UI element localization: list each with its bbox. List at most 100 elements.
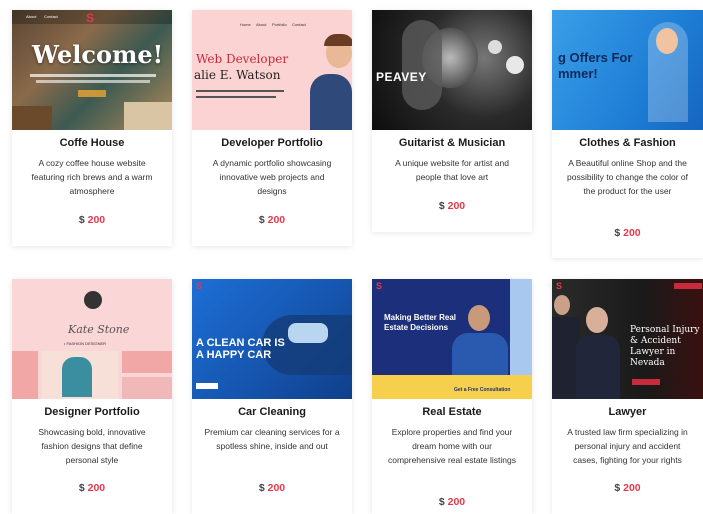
logo-icon: S bbox=[376, 281, 383, 291]
thumb-nav-item: About bbox=[26, 14, 37, 19]
thumb-decor bbox=[576, 335, 620, 399]
thumb-text-lines bbox=[36, 80, 150, 83]
price-value: 200 bbox=[267, 482, 286, 494]
logo-icon: S bbox=[86, 11, 95, 25]
thumb-heading: g Offers For bbox=[558, 50, 633, 65]
thumb-decor bbox=[122, 351, 172, 373]
designer-portfolio-preview-image[interactable]: Kate Stone • FASHION DESIGNER bbox=[12, 279, 172, 399]
thumb-decor bbox=[310, 74, 352, 130]
card-description: A cozy coffee house website featuring ri… bbox=[31, 158, 153, 196]
card-title: Clothes & Fashion bbox=[579, 137, 676, 149]
thumb-cta-button bbox=[632, 379, 660, 385]
thumb-nav-item: Contact bbox=[292, 22, 306, 27]
thumb-decor bbox=[12, 351, 38, 399]
clothes-fashion-preview-image[interactable]: g Offers For mmer! bbox=[552, 10, 703, 130]
developer-portfolio-preview-image[interactable]: Home About Portfolio Contact Web Develop… bbox=[192, 10, 352, 130]
person-portrait-icon bbox=[468, 305, 490, 331]
template-card-coffee-house[interactable]: About Contact S Welcome! Coffe House A c… bbox=[12, 10, 172, 246]
price-value: 200 bbox=[267, 214, 286, 226]
card-title: Guitarist & Musician bbox=[398, 137, 506, 149]
thumb-text-lines bbox=[196, 90, 284, 92]
template-card-designer-portfolio[interactable]: Kate Stone • FASHION DESIGNER Designer P… bbox=[12, 279, 172, 514]
person-portrait-icon bbox=[586, 307, 608, 333]
person-portrait-icon bbox=[554, 295, 570, 315]
card-price: $ 200 bbox=[192, 482, 352, 494]
thumb-decor bbox=[324, 34, 352, 46]
thumb-decor bbox=[124, 102, 172, 130]
card-description: A trusted law firm specializing in perso… bbox=[567, 427, 688, 465]
price-currency: $ bbox=[78, 214, 85, 226]
thumb-subheading: Get a Free Consultation bbox=[454, 387, 511, 393]
logo-icon: S bbox=[196, 281, 203, 291]
card-description: Explore properties and find your dream h… bbox=[387, 427, 517, 465]
card-title: Developer Portfolio bbox=[221, 137, 323, 149]
card-title: Real Estate bbox=[422, 406, 482, 418]
card-description: A dynamic portfolio showcasing innovativ… bbox=[212, 158, 332, 196]
thumb-heading: Making Better Real Estate Decisions bbox=[384, 313, 457, 332]
thumb-cta-button bbox=[674, 283, 702, 289]
thumb-heading: Kate Stone bbox=[68, 323, 130, 336]
thumb-heading: PEAVEY bbox=[376, 70, 427, 84]
real-estate-preview-image[interactable]: S Making Better Real Estate Decisions Ge… bbox=[372, 279, 532, 399]
thumb-cta-button bbox=[196, 383, 218, 389]
logo-icon: S bbox=[556, 281, 563, 291]
thumb-decor bbox=[402, 20, 442, 110]
thumb-cta-button bbox=[78, 90, 106, 97]
thumb-heading: A CLEAN CAR IS A HAPPY CAR bbox=[196, 337, 285, 361]
thumb-decor bbox=[12, 106, 52, 130]
price-value: 200 bbox=[447, 200, 466, 212]
card-description: Premium car cleaning services for a spot… bbox=[204, 427, 340, 451]
thumb-decor bbox=[62, 357, 92, 397]
thumb-subheading: mmer! bbox=[558, 66, 598, 81]
thumb-nav-item: Home bbox=[240, 22, 251, 27]
template-card-developer-portfolio[interactable]: Home About Portfolio Contact Web Develop… bbox=[192, 10, 352, 246]
card-description: A unique website for artist and people t… bbox=[395, 158, 509, 182]
card-title: Lawyer bbox=[608, 406, 647, 418]
card-description: A Beautiful online Shop and the possibil… bbox=[567, 158, 688, 196]
person-portrait-icon bbox=[84, 291, 102, 309]
template-card-lawyer[interactable]: S Personal Injury & Accident Lawyer in N… bbox=[552, 279, 703, 514]
card-price: $ 200 bbox=[12, 214, 172, 226]
price-currency: $ bbox=[258, 482, 265, 494]
price-currency: $ bbox=[258, 214, 265, 226]
thumb-subheading: alie E. Watson bbox=[194, 68, 281, 82]
template-card-car-cleaning[interactable]: S A CLEAN CAR IS A HAPPY CAR Car Cleanin… bbox=[192, 279, 352, 514]
thumb-nav-item: About bbox=[256, 22, 267, 27]
thumb-decor bbox=[506, 56, 524, 74]
price-currency: $ bbox=[614, 227, 621, 239]
car-cleaning-preview-image[interactable]: S A CLEAN CAR IS A HAPPY CAR bbox=[192, 279, 352, 399]
guitarist-preview-image[interactable]: PEAVEY bbox=[372, 10, 532, 130]
thumb-decor bbox=[122, 377, 172, 399]
price-value: 200 bbox=[623, 482, 641, 494]
card-title: Designer Portfolio bbox=[44, 406, 140, 418]
price-currency: $ bbox=[438, 496, 445, 508]
card-price: $ 200 bbox=[192, 214, 352, 226]
thumb-text-lines bbox=[30, 74, 156, 77]
card-price: $ 200 bbox=[372, 496, 532, 508]
card-price: $ 200 bbox=[552, 482, 703, 494]
thumb-decor bbox=[288, 323, 328, 343]
thumb-nav-item: Contact bbox=[44, 14, 58, 19]
thumb-heading: Personal Injury & Accident Lawyer in Nev… bbox=[630, 325, 700, 368]
lawyer-preview-image[interactable]: S Personal Injury & Accident Lawyer in N… bbox=[552, 279, 703, 399]
card-title: Car Cleaning bbox=[238, 406, 306, 418]
price-currency: $ bbox=[78, 482, 85, 494]
thumb-heading: Web Developer bbox=[196, 52, 289, 66]
thumb-nav-item: Portfolio bbox=[272, 22, 287, 27]
template-card-real-estate[interactable]: S Making Better Real Estate Decisions Ge… bbox=[372, 279, 532, 514]
template-card-guitarist-musician[interactable]: PEAVEY Guitarist & Musician A unique web… bbox=[372, 10, 532, 232]
price-value: 200 bbox=[447, 496, 466, 508]
person-portrait-icon bbox=[656, 28, 678, 54]
thumb-decor bbox=[452, 333, 508, 379]
thumb-decor bbox=[488, 40, 502, 54]
price-value: 200 bbox=[87, 482, 106, 494]
coffee-house-preview-image[interactable]: About Contact S Welcome! bbox=[12, 10, 172, 130]
thumb-text-lines bbox=[196, 96, 276, 98]
card-description: Showcasing bold, innovative fashion desi… bbox=[38, 427, 146, 465]
thumb-subheading: • FASHION DESIGNER bbox=[64, 341, 107, 346]
card-price: $ 200 bbox=[552, 227, 703, 239]
template-card-clothes-fashion[interactable]: g Offers For mmer! Clothes & Fashion A B… bbox=[552, 10, 703, 258]
price-currency: $ bbox=[438, 200, 445, 212]
card-price: $ 200 bbox=[372, 200, 532, 212]
price-currency: $ bbox=[614, 482, 621, 494]
